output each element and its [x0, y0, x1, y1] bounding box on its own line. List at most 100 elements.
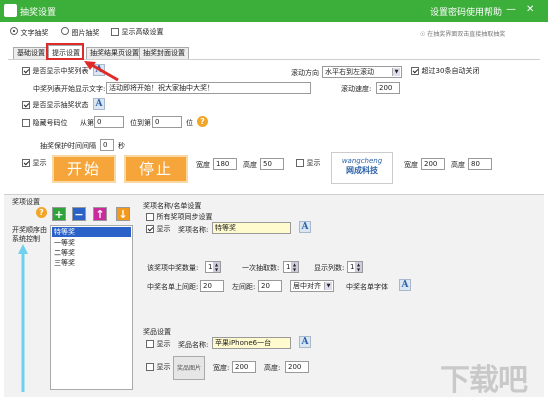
- tab-basic[interactable]: 基础设置: [13, 47, 49, 59]
- height2-label: 高度: [451, 161, 465, 169]
- auto-close-checkbox[interactable]: 超过30条自动关闭: [411, 66, 479, 76]
- cols-label: 显示列数:: [314, 264, 345, 272]
- show-winner-list-checkbox[interactable]: 是否显示中奖列表: [22, 66, 89, 76]
- item-height-label: 高度:: [264, 364, 281, 372]
- height-input[interactable]: 50: [260, 158, 284, 170]
- from-input[interactable]: 0: [94, 116, 124, 128]
- show-buttons-checkbox[interactable]: 显示: [22, 158, 47, 168]
- width-input[interactable]: 180: [213, 158, 237, 170]
- image-draw-label: 图片抽奖: [71, 29, 100, 37]
- list-item[interactable]: 二等奖: [52, 248, 131, 258]
- to-input[interactable]: 0: [152, 116, 182, 128]
- stop-button-preview[interactable]: 停止: [124, 155, 188, 183]
- from-label: 从第: [80, 119, 94, 127]
- speed-input[interactable]: 200: [376, 82, 400, 94]
- prize-section-label: 奖项设置: [12, 198, 40, 206]
- font-a-icon-3[interactable]: A: [299, 221, 311, 233]
- show-name-checkbox[interactable]: 显示: [146, 224, 171, 234]
- font-a-icon-4[interactable]: A: [399, 279, 411, 291]
- once-stepper[interactable]: 1 ▲ ▼: [283, 261, 299, 273]
- start-button-preview[interactable]: 开始: [52, 155, 116, 183]
- top-margin-input[interactable]: 20: [200, 280, 224, 292]
- stepper-arrows-icon: ▲ ▼: [213, 262, 220, 272]
- once-value: 1: [286, 263, 291, 271]
- list-item[interactable]: 三等奖: [52, 258, 131, 268]
- show-item-image-label: 显示: [156, 363, 171, 371]
- once-label: 一次抽取数:: [242, 264, 280, 272]
- font-a-icon-5[interactable]: A: [299, 336, 311, 348]
- to-label: 位到第: [130, 119, 151, 127]
- minimize-icon[interactable]: —: [506, 4, 516, 15]
- set-password-link[interactable]: 设置密码: [430, 5, 466, 18]
- show-name-label: 显示: [156, 225, 171, 233]
- count-value: 1: [208, 263, 213, 271]
- start-text-input[interactable]: 活动即将开始！祝大家抽中大奖！: [106, 82, 311, 94]
- add-prize-button[interactable]: +: [52, 207, 66, 221]
- hide-digits-label: 隐藏号码位: [32, 119, 68, 127]
- show-item-label: 显示: [156, 340, 171, 348]
- prize-list[interactable]: 特等奖 一等奖 二等奖 三等奖: [50, 225, 133, 390]
- chevron-down-icon: ▼: [392, 68, 400, 76]
- right-note: ☉ 在抽奖界面双击直接抽取抽奖: [420, 31, 506, 38]
- text-draw-radio[interactable]: 文字抽奖: [10, 27, 49, 38]
- text-draw-label: 文字抽奖: [20, 29, 49, 37]
- tab-highlight: [46, 43, 84, 60]
- cols-stepper[interactable]: 1 ▲ ▼: [347, 261, 363, 273]
- align-select[interactable]: 居中对齐 ▼: [290, 280, 334, 292]
- interval-input[interactable]: 0: [100, 139, 114, 151]
- item-name-input[interactable]: 苹果iPhone6一台: [212, 337, 291, 349]
- list-item[interactable]: 一等奖: [52, 238, 131, 248]
- show-status-checkbox[interactable]: 是否显示抽奖状态: [22, 100, 89, 110]
- sync-label: 所有奖项同步设置: [156, 213, 213, 221]
- tab-cover[interactable]: 抽奖封面设置: [139, 47, 189, 59]
- count-stepper[interactable]: 1 ▲ ▼: [205, 261, 221, 273]
- name-section-label: 奖项名称/名单设置: [143, 202, 202, 210]
- direction-select[interactable]: 水平右到左滚动 ▼: [322, 66, 402, 78]
- order-arrow-icon: [18, 244, 28, 392]
- show-item-checkbox[interactable]: 显示: [146, 339, 171, 349]
- stepper-arrows-icon: ▲ ▼: [291, 262, 298, 272]
- remove-prize-button[interactable]: −: [72, 207, 86, 221]
- width2-input[interactable]: 200: [421, 158, 445, 170]
- item-width-label: 宽度:: [213, 364, 230, 372]
- item-height-input[interactable]: 200: [285, 361, 309, 373]
- hide-digits-checkbox[interactable]: 隐藏号码位: [22, 118, 68, 128]
- close-icon[interactable]: ✕: [526, 4, 534, 15]
- show-buttons-label: 显示: [32, 159, 47, 167]
- logo-cn: 网成科技: [346, 166, 378, 175]
- logo-preview[interactable]: wangcheng 网成科技: [331, 152, 393, 184]
- image-draw-radio[interactable]: 图片抽奖: [61, 27, 100, 38]
- top-margin-label: 中奖名单上间距:: [147, 283, 199, 291]
- sync-checkbox[interactable]: 所有奖项同步设置: [146, 212, 213, 222]
- show-logo-checkbox[interactable]: 显示: [296, 158, 321, 168]
- help-link[interactable]: 使用帮助: [466, 5, 502, 18]
- pos-label: 位: [186, 119, 193, 127]
- list-item[interactable]: 特等奖: [52, 227, 131, 237]
- width2-label: 宽度: [404, 161, 418, 169]
- height2-input[interactable]: 80: [468, 158, 492, 170]
- show-item-image-checkbox[interactable]: 显示: [146, 362, 171, 372]
- auto-close-label: 超过30条自动关闭: [421, 67, 480, 75]
- help-icon-2[interactable]: ?: [36, 207, 47, 218]
- item-name-label: 奖品名称:: [178, 341, 209, 349]
- sec-label: 秒: [118, 142, 125, 150]
- help-icon[interactable]: ?: [197, 116, 208, 127]
- move-down-button[interactable]: ↓: [116, 207, 130, 221]
- show-advanced-checkbox[interactable]: 显示高级设置: [111, 27, 164, 37]
- name-input[interactable]: 特等奖: [212, 222, 291, 234]
- name-label: 奖项名称:: [178, 226, 209, 234]
- item-width-input[interactable]: 200: [232, 361, 256, 373]
- direction-value: 水平右到左滚动: [325, 68, 374, 76]
- item-image-button[interactable]: 奖品图片: [173, 356, 205, 380]
- left-margin-input[interactable]: 20: [258, 280, 282, 292]
- show-logo-label: 显示: [306, 159, 321, 167]
- font-label: 中奖名单字体: [346, 283, 388, 291]
- order-note: 开奖顺序由系统控制: [12, 226, 47, 243]
- chevron-down-icon: ▼: [324, 282, 332, 290]
- align-value: 居中对齐: [293, 282, 321, 290]
- app-icon: [4, 4, 17, 17]
- move-up-button[interactable]: ↑: [93, 207, 107, 221]
- font-a-icon-2[interactable]: A: [93, 98, 105, 110]
- start-text-label: 中奖列表开始显示文字:: [33, 85, 106, 93]
- left-margin-label: 左间距:: [232, 283, 256, 291]
